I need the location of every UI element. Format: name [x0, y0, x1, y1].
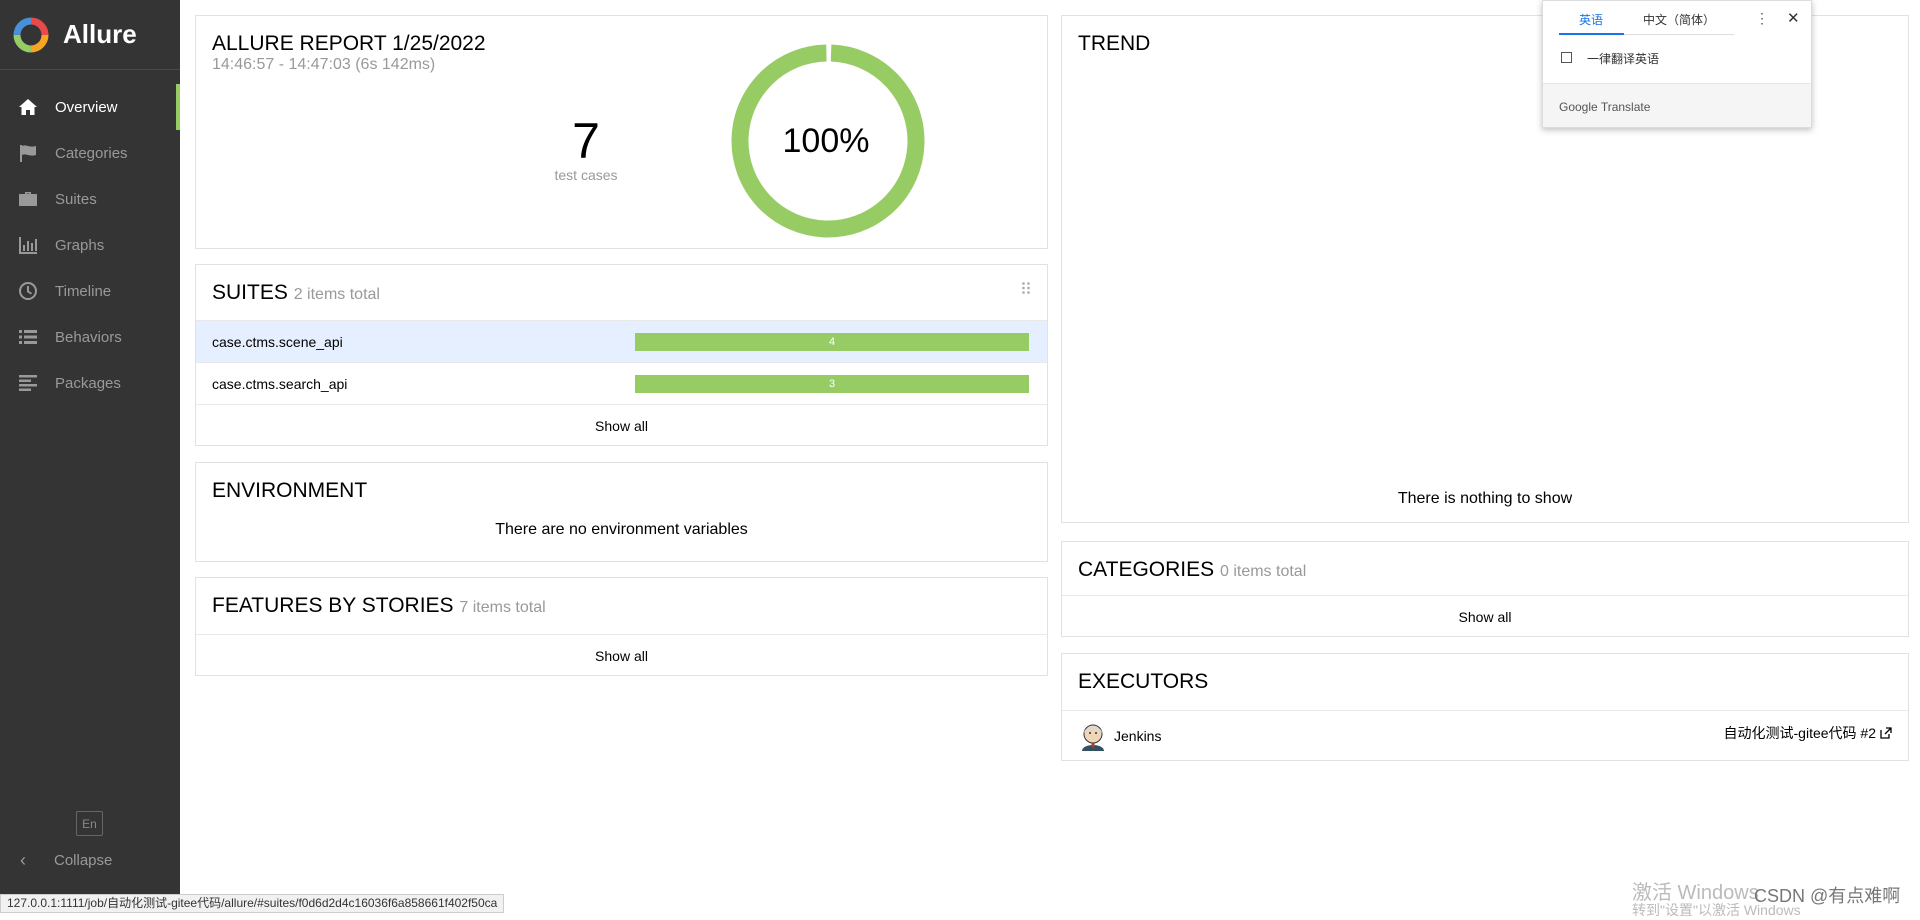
suite-name: case.ctms.search_api	[212, 375, 348, 392]
features-widget: FEATURES BY STORIES 7 items total Show a…	[195, 577, 1048, 676]
bar-chart-icon	[17, 235, 39, 255]
clock-icon	[17, 281, 39, 301]
suites-subtitle: 2 items total	[293, 286, 380, 303]
close-icon[interactable]: ✕	[1787, 9, 1800, 27]
features-subtitle: 7 items total	[459, 599, 546, 616]
suite-name: case.ctms.scene_api	[212, 333, 343, 350]
categories-subtitle: 0 items total	[1219, 563, 1307, 580]
suites-title-text: SUITES	[212, 281, 288, 304]
suites-show-all-link[interactable]: Show all	[196, 404, 1047, 446]
app-name: Allure	[63, 19, 137, 49]
briefcase-icon	[17, 189, 39, 209]
language-button[interactable]: En	[76, 811, 103, 836]
table-row[interactable]: case.ctms.search_api 3	[196, 362, 1047, 404]
tab-source-language[interactable]: 英语	[1579, 11, 1603, 28]
environment-widget: ENVIRONMENT There are no environment var…	[195, 462, 1048, 562]
sidebar-item-suites[interactable]: Suites	[0, 176, 180, 222]
executor-row: Jenkins 自动化测试-gitee代码 #2	[1062, 710, 1908, 760]
suite-status-bar: 4	[635, 333, 1029, 351]
google-translate-brand: Google Translate	[1559, 100, 1651, 114]
test-count: 7	[572, 113, 600, 169]
success-rate: 100%	[782, 122, 870, 160]
jenkins-avatar-icon	[1082, 724, 1104, 751]
categories-title: CATEGORIES 0 items total	[1062, 542, 1908, 595]
translate-footer: Google Translate	[1543, 83, 1811, 127]
features-title-text: FEATURES BY STORIES	[212, 594, 454, 617]
csdn-watermark: CSDN @有点难啊	[1754, 886, 1901, 906]
google-translate-popup: 英语 中文（简体） ⋮ ✕ 一律翻译英语 Google Translate	[1542, 0, 1812, 128]
collapse-label: Collapse	[54, 852, 113, 869]
sidebar: Allure Overview Categories Suites Graphs…	[0, 0, 180, 913]
translate-tabs: 英语 中文（简体） ⋮ ✕	[1543, 1, 1811, 35]
sidebar-item-label: Overview	[55, 98, 118, 116]
sidebar-item-label: Behaviors	[55, 328, 122, 346]
sidebar-item-packages[interactable]: Packages	[0, 360, 180, 406]
home-icon	[17, 97, 39, 117]
executors-widget: EXECUTORS Jenkins 自动化测试-gitee代码 #2	[1061, 653, 1909, 761]
suites-title: SUITES 2 items total	[196, 265, 1047, 320]
drag-handle-icon[interactable]	[1021, 281, 1031, 297]
executor-name: Jenkins	[1114, 727, 1162, 744]
always-translate-label: 一律翻译英语	[1587, 52, 1660, 66]
suite-status-bar: 3	[635, 375, 1029, 393]
align-left-icon	[17, 373, 39, 393]
sidebar-item-label: Suites	[55, 190, 97, 208]
table-row[interactable]: case.ctms.scene_api 4	[196, 320, 1047, 362]
features-show-all-link[interactable]: Show all	[196, 634, 1047, 676]
sidebar-item-label: Packages	[55, 374, 121, 392]
environment-title: ENVIRONMENT	[212, 479, 368, 502]
categories-widget: CATEGORIES 0 items total Show all	[1061, 541, 1909, 637]
sidebar-item-timeline[interactable]: Timeline	[0, 268, 180, 314]
sidebar-item-behaviors[interactable]: Behaviors	[0, 314, 180, 360]
status-url-bar: 127.0.0.1:1111/job/自动化测试-gitee代码/allure/…	[0, 894, 505, 913]
sidebar-item-categories[interactable]: Categories	[0, 130, 180, 176]
chevron-left-icon: ‹	[20, 850, 26, 870]
executor-build-link[interactable]: 自动化测试-gitee代码 #2	[1724, 723, 1892, 743]
sidebar-item-overview[interactable]: Overview	[0, 84, 180, 130]
active-tab-indicator	[1559, 33, 1624, 35]
features-title: FEATURES BY STORIES 7 items total	[196, 578, 1047, 634]
categories-show-all-link[interactable]: Show all	[1062, 595, 1908, 637]
external-link-icon	[1880, 727, 1892, 739]
trend-empty-message: There is nothing to show	[1397, 490, 1573, 507]
suites-widget: SUITES 2 items total case.ctms.scene_api…	[195, 264, 1048, 446]
collapse-button[interactable]: ‹ Collapse	[20, 850, 112, 871]
tab-divider	[1624, 34, 1734, 35]
executors-title: EXECUTORS	[1078, 670, 1209, 693]
sidebar-item-label: Categories	[55, 144, 128, 162]
sidebar-item-graphs[interactable]: Graphs	[0, 222, 180, 268]
brand[interactable]: Allure	[0, 0, 180, 70]
always-translate-checkbox[interactable]	[1561, 52, 1572, 63]
list-icon	[17, 327, 39, 347]
categories-title-text: CATEGORIES	[1078, 558, 1215, 581]
test-count-label: test cases	[554, 167, 618, 183]
summary-widget: ALLURE REPORT 1/25/2022 14:46:57 - 14:47…	[195, 15, 1048, 249]
sidebar-nav: Overview Categories Suites Graphs Timeli…	[0, 84, 180, 406]
more-options-icon[interactable]: ⋮	[1755, 10, 1769, 27]
environment-empty-message: There are no environment variables	[495, 521, 748, 538]
flag-icon	[17, 143, 39, 163]
executor-build-label: 自动化测试-gitee代码 #2	[1723, 725, 1876, 741]
allure-logo-icon	[13, 17, 49, 52]
tab-target-language[interactable]: 中文（简体）	[1643, 11, 1715, 28]
sidebar-item-label: Graphs	[55, 236, 105, 254]
sidebar-item-label: Timeline	[55, 282, 112, 300]
